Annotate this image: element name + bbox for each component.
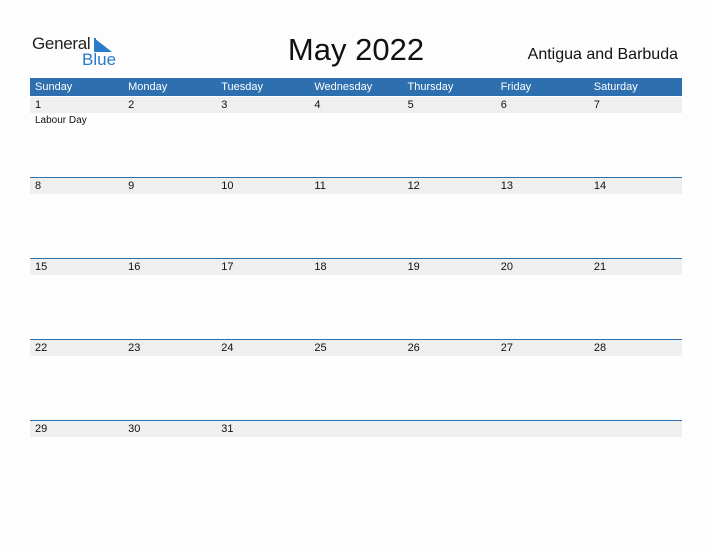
day-cell: 9 — [123, 178, 216, 259]
day-cell: 21 — [589, 259, 682, 340]
day-number: 21 — [593, 261, 607, 273]
day-cell: 30 — [123, 421, 216, 502]
day-cell: 11 — [309, 178, 402, 259]
weekday-thursday: Thursday — [407, 81, 454, 93]
day-number: 17 — [221, 261, 234, 273]
weekday-saturday: Saturday — [593, 81, 638, 93]
weekday-tuesday: Tuesday — [221, 81, 264, 93]
weekday-header: Sunday Monday Tuesday Wednesday Thursday… — [30, 78, 682, 96]
day-number: 22 — [35, 342, 48, 354]
day-cell: 7 — [589, 97, 682, 178]
day-cell: 10 — [216, 178, 309, 259]
day-cell: 31 — [216, 421, 309, 502]
day-cell: 3 — [216, 97, 309, 178]
day-number: 23 — [128, 342, 141, 354]
day-number: 16 — [128, 261, 141, 273]
day-cell: 15 — [30, 259, 123, 340]
day-cell: 20 — [496, 259, 589, 340]
day-cell — [589, 421, 682, 502]
week-row: 15 16 17 18 19 20 21 — [30, 258, 682, 340]
day-cell: 4 — [309, 97, 402, 178]
day-number: 29 — [35, 423, 48, 435]
day-number: 18 — [314, 261, 327, 273]
day-number: 26 — [407, 342, 420, 354]
day-number: 15 — [35, 261, 48, 273]
day-cell: 13 — [496, 178, 589, 259]
day-cell: 14 — [589, 178, 682, 259]
day-cell: 8 — [30, 178, 123, 259]
holiday-label: Labour Day — [35, 115, 87, 126]
day-number: 31 — [221, 423, 234, 435]
day-cell: 16 — [123, 259, 216, 340]
day-number: 13 — [500, 180, 513, 192]
day-number: 30 — [128, 423, 141, 435]
day-cell: 24 — [216, 340, 309, 421]
day-number: 14 — [593, 180, 607, 192]
day-number: 3 — [221, 99, 228, 111]
day-cell: 1 Labour Day — [30, 97, 123, 178]
week-row: 22 23 24 25 26 27 28 — [30, 339, 682, 421]
day-cell: 23 — [123, 340, 216, 421]
day-number: 7 — [593, 99, 600, 111]
day-number: 12 — [407, 180, 420, 192]
day-cell: 6 — [496, 97, 589, 178]
day-number: 5 — [407, 99, 414, 111]
weekday-sunday: Sunday — [35, 81, 73, 93]
week-row: 29 30 31 — [30, 420, 682, 502]
day-number: 6 — [500, 99, 507, 111]
day-cell: 19 — [403, 259, 496, 340]
day-number: 4 — [314, 99, 321, 111]
day-cell: 28 — [589, 340, 682, 421]
day-number: 8 — [35, 180, 42, 192]
day-number: 19 — [407, 261, 420, 273]
week-row: 8 9 10 11 12 13 14 — [30, 177, 682, 259]
day-number: 1 — [35, 99, 42, 111]
weekday-monday: Monday — [128, 81, 168, 93]
day-number: 25 — [314, 342, 327, 354]
day-cell: 22 — [30, 340, 123, 421]
day-cell: 2 — [123, 97, 216, 178]
day-cell: 12 — [403, 178, 496, 259]
day-number: 20 — [500, 261, 513, 273]
day-cell: 26 — [403, 340, 496, 421]
weekday-friday: Friday — [500, 81, 532, 93]
day-cell: 29 — [30, 421, 123, 502]
day-cell — [496, 421, 589, 502]
day-number: 27 — [500, 342, 513, 354]
day-number: 9 — [128, 180, 135, 192]
day-cell: 18 — [309, 259, 402, 340]
day-cell: 27 — [496, 340, 589, 421]
country-name: Antigua and Barbuda — [527, 46, 678, 63]
day-cell: 5 — [403, 97, 496, 178]
day-cell: 17 — [216, 259, 309, 340]
day-cell — [309, 421, 402, 502]
week-row: 1 Labour Day 2 3 4 5 6 7 — [30, 97, 682, 178]
day-number: 11 — [314, 180, 326, 192]
day-number: 2 — [128, 99, 135, 111]
day-cell — [403, 421, 496, 502]
weekday-wednesday: Wednesday — [314, 81, 373, 93]
day-cell: 25 — [309, 340, 402, 421]
day-number: 10 — [221, 180, 234, 192]
day-number: 28 — [593, 342, 607, 354]
day-number: 24 — [221, 342, 234, 354]
